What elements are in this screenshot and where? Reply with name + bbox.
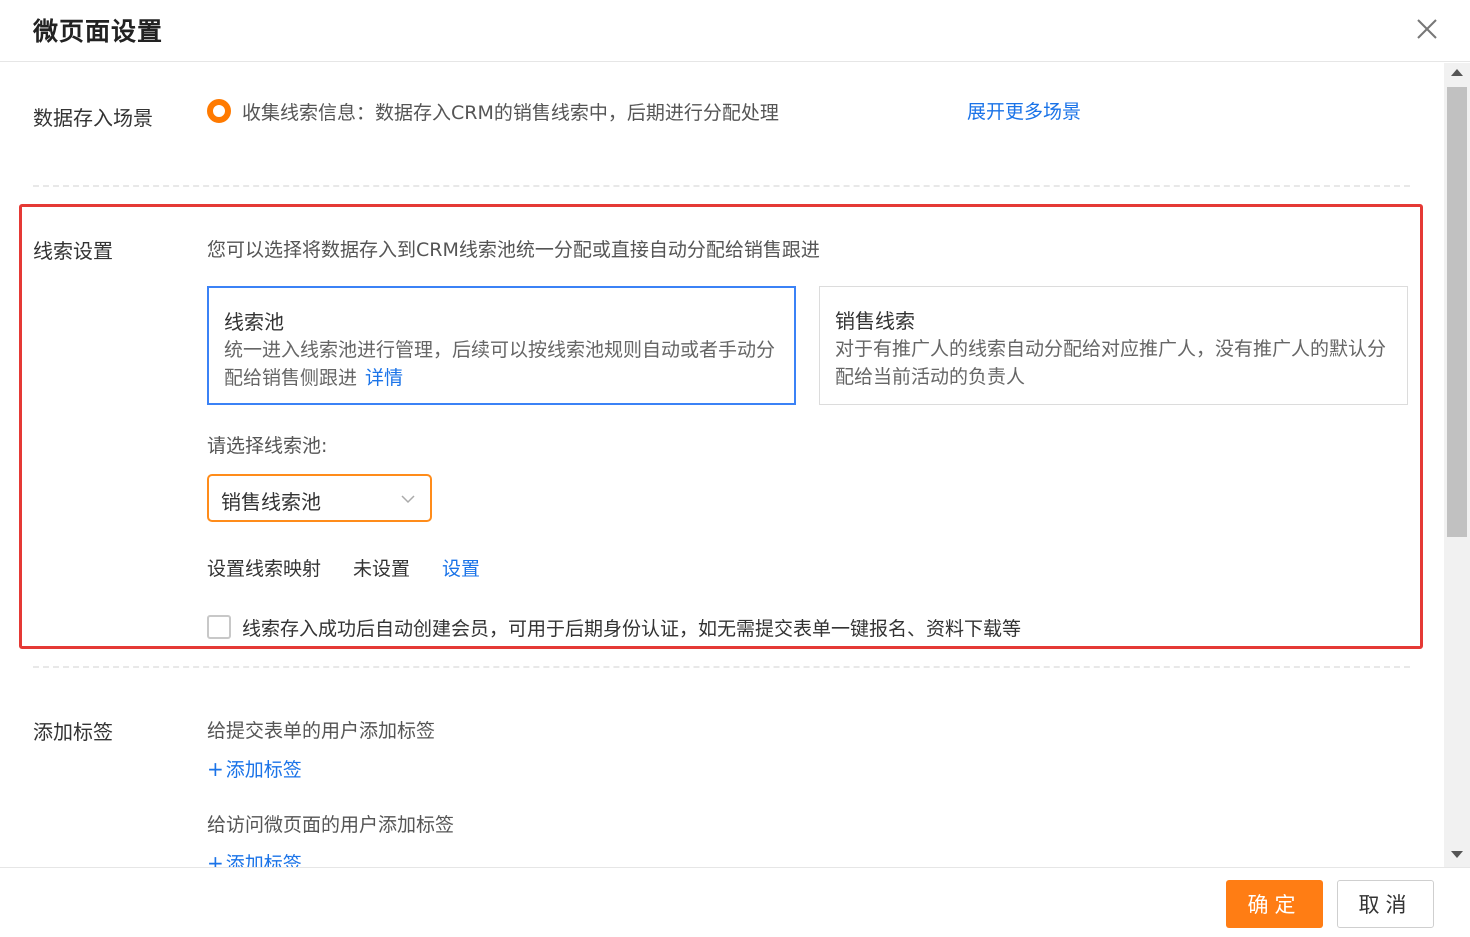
sales-lead-card-title: 销售线索 xyxy=(835,309,915,333)
add-visit-tag-label: 添加标签 xyxy=(225,853,302,867)
submit-tag-description: 给提交表单的用户添加标签 xyxy=(207,720,436,742)
auto-member-label: 线索存入成功后自动创建会员，可用于后期身份认证，如无需提交表单一键报名、资料下载… xyxy=(242,618,1022,640)
dialog-footer: 确定 取消 xyxy=(0,867,1470,937)
expand-more-scenes-link[interactable]: 展开更多场景 xyxy=(967,97,1081,124)
divider xyxy=(33,185,1410,187)
lead-pool-select-value: 销售线索池 xyxy=(221,490,321,514)
plus-icon: + xyxy=(207,757,224,781)
lead-pool-card-desc-text: 统一进入线索池进行管理，后续可以按线索池规则自动或者手动分配给销售侧跟进 xyxy=(224,339,776,389)
add-visit-tag-link[interactable]: + 添加标签 xyxy=(207,849,302,867)
lead-settings-description: 您可以选择将数据存入到CRM线索池统一分配或直接自动分配给销售跟进 xyxy=(207,239,820,261)
dialog-header: 微页面设置 xyxy=(0,0,1470,62)
mapping-status: 未设置 xyxy=(353,558,411,580)
add-submit-tag-link[interactable]: + 添加标签 xyxy=(207,755,302,782)
add-submit-tag-label: 添加标签 xyxy=(225,759,302,781)
scroll-down-arrow-icon[interactable] xyxy=(1451,851,1463,858)
highlight-box xyxy=(19,204,1423,649)
lead-pool-select[interactable]: 销售线索池 xyxy=(207,474,432,522)
sales-lead-card[interactable]: 销售线索 对于有推广人的线索自动分配给对应推广人，没有推广人的默认分配给当前活动… xyxy=(819,286,1408,405)
scroll-up-arrow-icon[interactable] xyxy=(1451,69,1463,76)
visit-tag-description: 给访问微页面的用户添加标签 xyxy=(207,814,455,836)
close-icon[interactable] xyxy=(1412,14,1442,44)
plus-icon: + xyxy=(207,851,224,867)
tags-label: 添加标签 xyxy=(33,720,113,744)
confirm-button[interactable]: 确定 xyxy=(1226,880,1323,928)
cancel-button[interactable]: 取消 xyxy=(1337,880,1434,928)
lead-settings-label: 线索设置 xyxy=(33,239,113,263)
lead-pool-card[interactable]: 线索池 统一进入线索池进行管理，后续可以按线索池规则自动或者手动分配给销售侧跟进… xyxy=(207,286,796,405)
scene-label: 数据存入场景 xyxy=(33,106,153,130)
auto-member-checkbox[interactable] xyxy=(207,615,231,639)
dialog-content: 数据存入场景 收集线索信息：数据存入CRM的销售线索中，后期进行分配处理 展开更… xyxy=(0,63,1444,867)
mapping-setting-link[interactable]: 设置 xyxy=(442,554,480,581)
scene-radio[interactable] xyxy=(207,99,231,123)
scroll-thumb[interactable] xyxy=(1447,87,1467,537)
content-scrollbar[interactable] xyxy=(1444,63,1470,867)
dialog-title: 微页面设置 xyxy=(33,17,164,46)
lead-pool-card-desc: 统一进入线索池进行管理，后续可以按线索池规则自动或者手动分配给销售侧跟进 详情 xyxy=(224,336,784,392)
pool-select-label: 请选择线索池: xyxy=(207,435,328,457)
chevron-down-icon xyxy=(401,495,415,504)
mapping-label: 设置线索映射 xyxy=(207,558,322,580)
sales-lead-card-desc: 对于有推广人的线索自动分配给对应推广人，没有推广人的默认分配给当前活动的负责人 xyxy=(835,338,1387,388)
scene-option-text: 收集线索信息：数据存入CRM的销售线索中，后期进行分配处理 xyxy=(242,102,779,124)
divider xyxy=(33,666,1410,668)
lead-pool-card-title: 线索池 xyxy=(224,310,284,334)
lead-pool-details-link[interactable]: 详情 xyxy=(365,367,403,389)
